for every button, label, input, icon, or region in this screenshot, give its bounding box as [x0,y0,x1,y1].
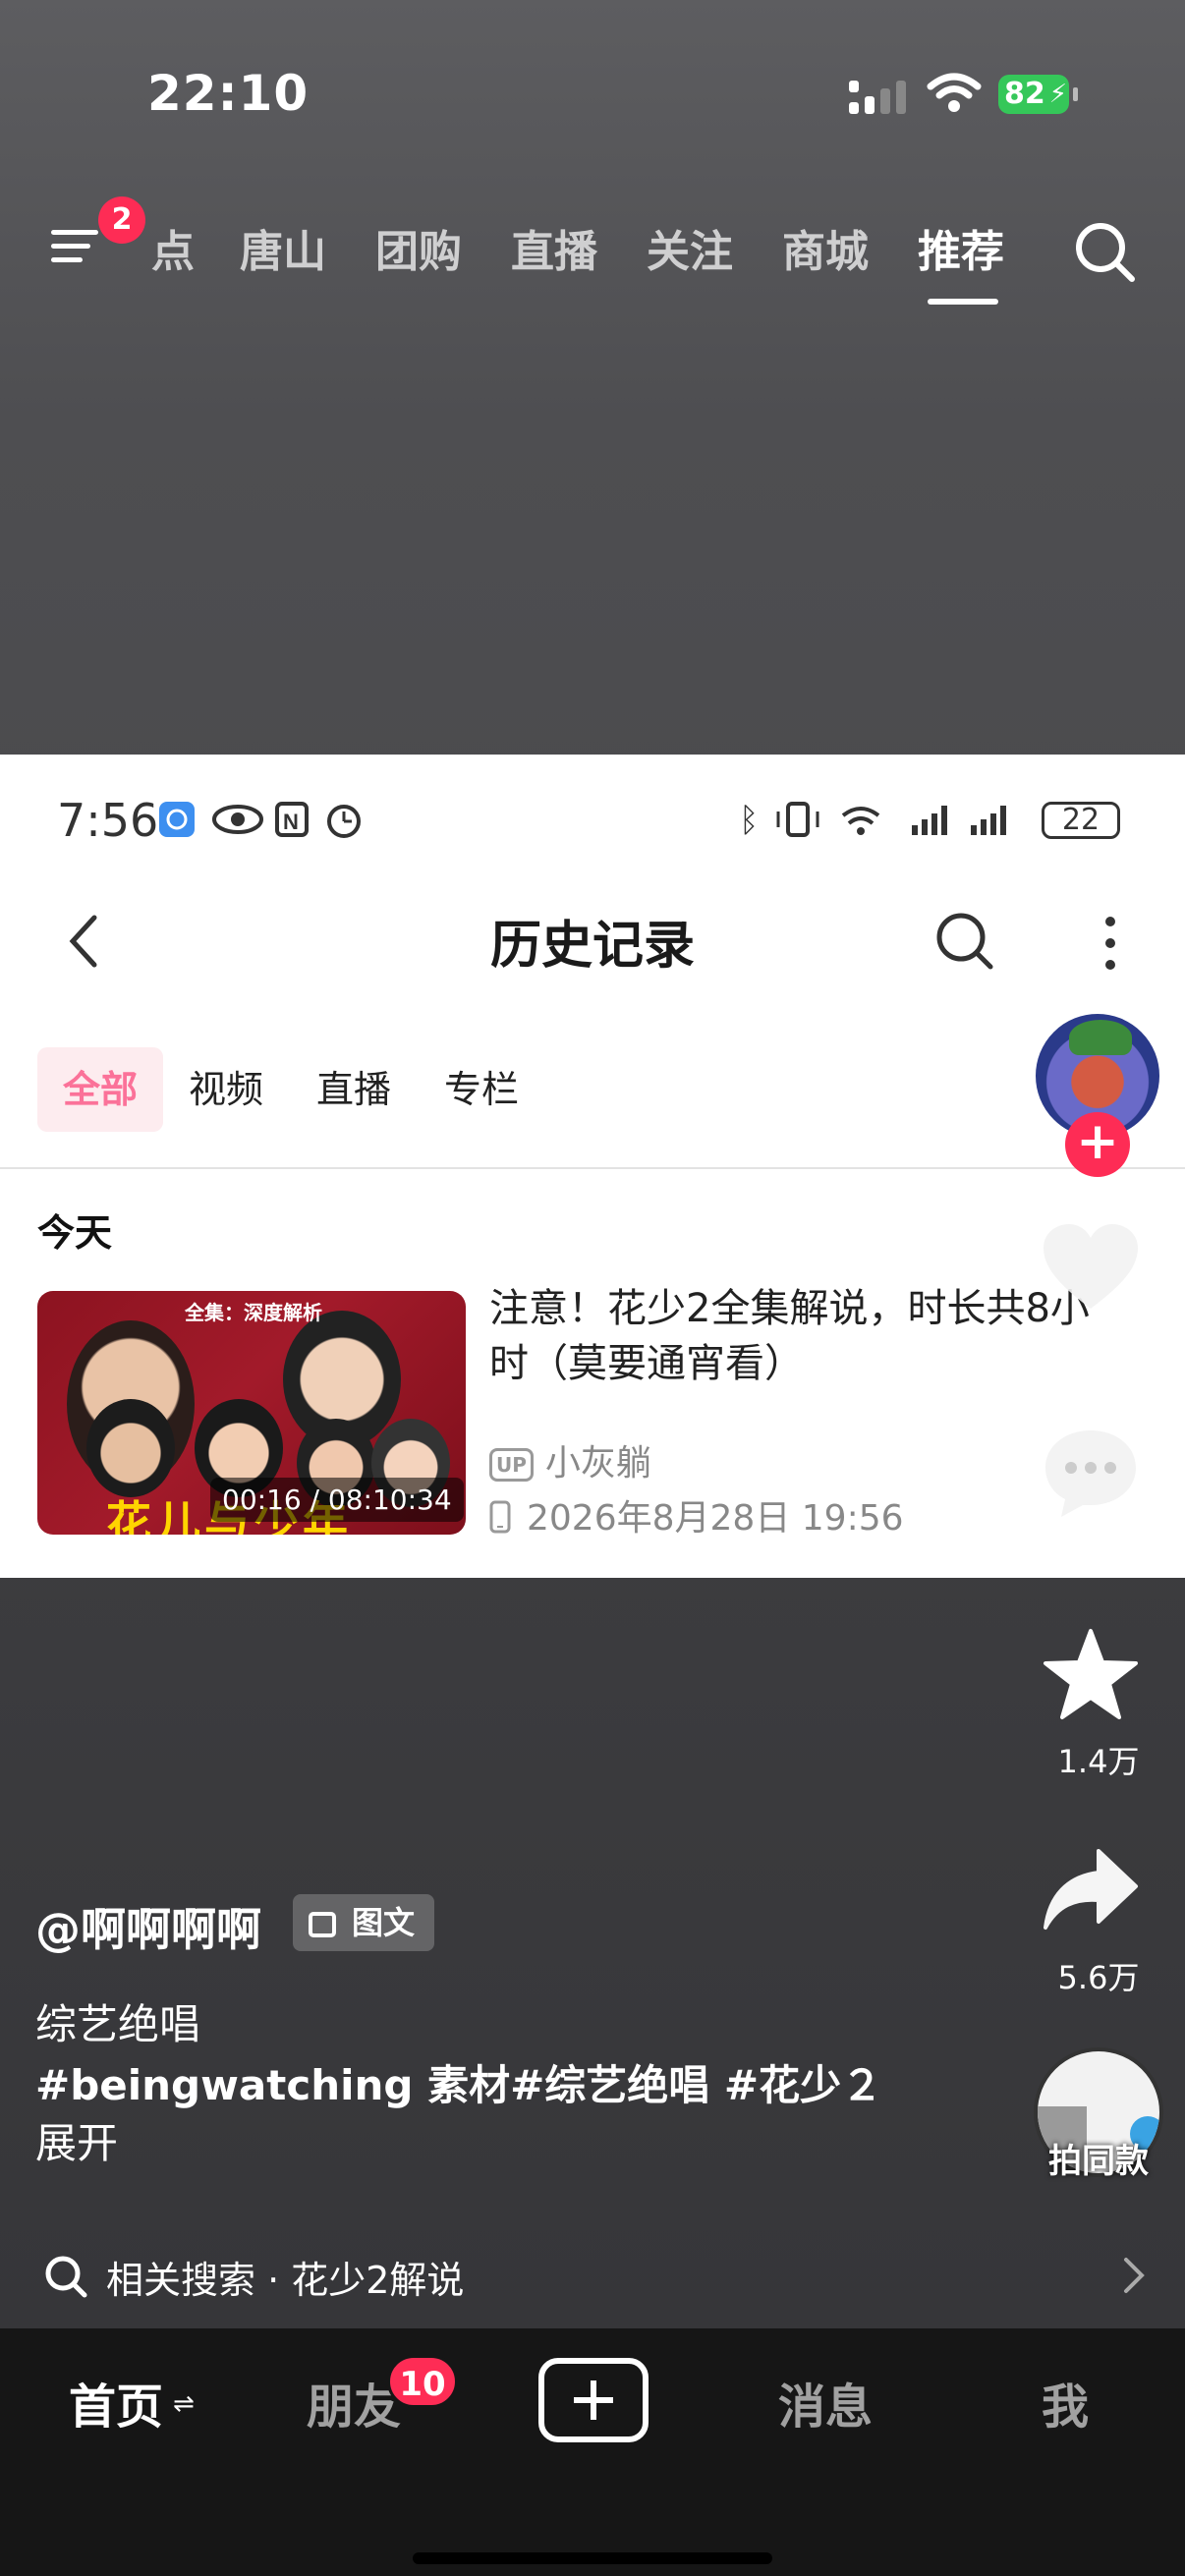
divider [0,1167,1185,1169]
top-nav: 2 点 唐山 团购 直播 关注 商城 推荐 [0,196,1185,305]
like-icon[interactable] [1042,1222,1140,1313]
filter-all: 全部 [37,1047,164,1132]
thumbnail-top-text: 全集：深度解析 [185,1301,322,1324]
description-hashtags[interactable]: #beingwatching 素材#综艺绝唱 #花少２ [35,2055,920,2116]
author-name[interactable]: @啊啊啊啊 [35,1894,261,1959]
related-search-bar[interactable]: 相关搜索 · 花少2解说 [0,2224,1185,2323]
search-icon [45,2256,87,2298]
expand-link[interactable]: 展开 [35,2110,118,2170]
video-thumbnail: 全集：深度解析 花儿与少年 00:16 / 08:10:34 [37,1291,466,1535]
related-search-label: 相关搜索 · 花少2解说 [106,2259,465,2302]
video-duration: 00:16 / 08:10:34 [210,1478,464,1522]
filter-live: 直播 [316,1068,392,1111]
filter-column: 专栏 [444,1068,520,1111]
like-count: 5.5万 [1057,1340,1140,1377]
embedded-status-time: 7:56 [57,794,159,847]
tab-live[interactable]: 直播 [511,216,597,279]
tab-mall[interactable]: 商城 [782,216,869,279]
embedded-status-icons-left: N [159,802,361,838]
tab-tangshan[interactable]: 唐山 [240,216,326,279]
filter-video: 视频 [189,1068,264,1111]
menu-badge: 2 [98,196,145,244]
section-today: 今天 [37,1211,113,1255]
embedded-status-icons-right: ᛒ [739,801,1006,840]
star-icon[interactable] [1042,1627,1140,1721]
friends-badge: 10 [387,2355,458,2408]
create-post-button[interactable] [538,2358,649,2442]
chevron-right-icon [1124,2258,1145,2293]
image-post-icon [309,1912,336,1937]
cellular-signal-icon [849,81,906,114]
comment-icon[interactable] [1042,1427,1140,1521]
share-count: 5.6万 [1057,1959,1140,1996]
up-badge-icon: UP [489,1448,534,1482]
post-type-label: 图文 [352,1904,416,1941]
more-icon [1105,917,1115,970]
phone-icon [489,1500,511,1534]
swap-icon[interactable]: ⇌ [173,2389,195,2419]
same-style-label[interactable]: 拍同款 [1012,2134,1185,2182]
wifi-icon [927,73,982,112]
bottom-nav: 首页 ⇌ 朋友 10 消息 我 [0,2328,1185,2576]
avatar-hat [1069,1020,1132,1055]
battery-cap [1073,87,1078,101]
post-description: 综艺绝唱 #beingwatching 素材#综艺绝唱 #花少２ [35,1994,920,2116]
description-line-1: 综艺绝唱 [35,2000,201,2048]
svg-text:ᛒ: ᛒ [739,801,759,840]
nav-messages[interactable]: 消息 [778,2368,873,2436]
nav-home[interactable]: 首页 [69,2368,163,2436]
embedded-search-icon [936,913,993,970]
history-title: 历史记录 [489,917,695,976]
svg-text:N: N [283,810,299,834]
watch-date: 2026年8月28日 19:56 [489,1489,904,1540]
share-icon[interactable] [1042,1847,1140,1935]
tab-group-buy[interactable]: 团购 [375,216,462,279]
active-tab-indicator [928,299,998,305]
follow-button[interactable]: + [1065,1112,1130,1177]
tab-recommend[interactable]: 推荐 [918,216,1004,279]
status-bar: 22:10 82 ⚡ [0,0,1185,187]
post-type-chip: 图文 [293,1894,435,1951]
tab-dian[interactable]: 点 [151,216,195,279]
status-time: 22:10 [147,65,310,122]
post-image[interactable]: 7:56 N ᛒ 22 历史记录 全部 视频 直播 专栏 今天 全集：深度解析 … [0,755,1185,1578]
search-icon[interactable] [1071,218,1140,287]
embedded-battery: 22 [1042,802,1120,839]
favorite-count: 1.4万 [1057,1743,1140,1780]
uploader: UP 小灰躺 [489,1434,651,1485]
home-indicator [413,2552,772,2564]
battery-indicator: 82 ⚡ [998,75,1069,114]
charging-icon: ⚡ [1048,80,1067,109]
tab-following[interactable]: 关注 [647,216,733,279]
battery-level: 82 [1004,77,1045,111]
comment-count: 2737 [1058,1540,1139,1578]
watch-date-text: 2026年8月28日 19:56 [527,1498,904,1539]
uploader-name: 小灰躺 [544,1443,651,1484]
nav-me[interactable]: 我 [1042,2368,1089,2436]
